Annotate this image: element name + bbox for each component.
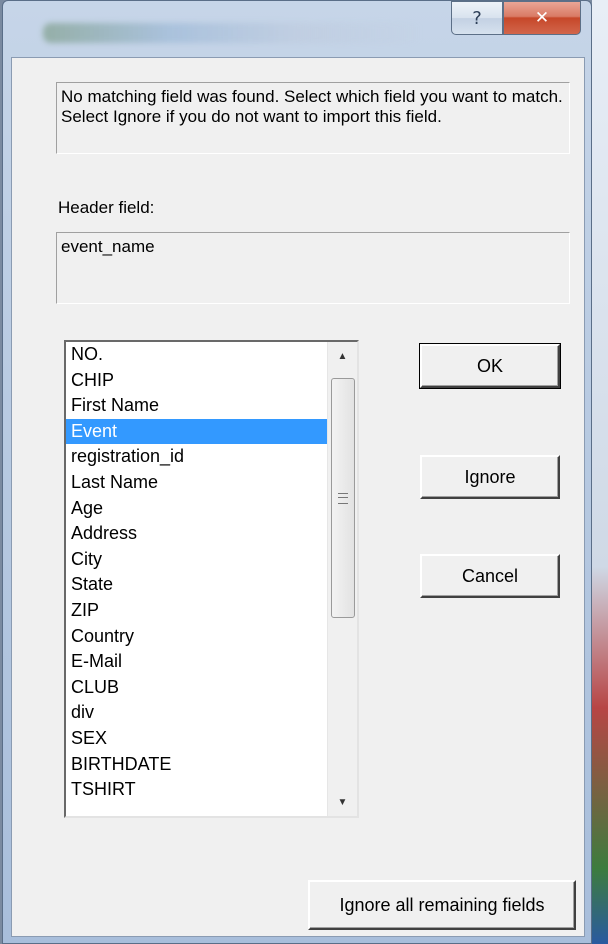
list-item[interactable]: CLUB: [66, 675, 327, 701]
list-item[interactable]: City: [66, 547, 327, 573]
ignore-button[interactable]: Ignore: [420, 455, 560, 499]
fields-list-items: NO. CHIP First Name Event registration_id Las…: [66, 342, 327, 803]
ok-button[interactable]: OK: [419, 343, 561, 389]
list-item[interactable]: E-Mail: [66, 649, 327, 675]
list-item[interactable]: registration_id: [66, 444, 327, 470]
message-text: No matching field was found. Select whic…: [56, 82, 570, 154]
title-bar-glass: [43, 23, 423, 43]
cancel-button[interactable]: Cancel: [420, 554, 560, 598]
list-item[interactable]: NO.: [66, 342, 327, 368]
list-item[interactable]: SEX: [66, 726, 327, 752]
list-item[interactable]: Country: [66, 624, 327, 650]
scroll-down-arrow-icon[interactable]: ▼: [328, 788, 357, 816]
list-item[interactable]: First Name: [66, 393, 327, 419]
list-item[interactable]: div: [66, 700, 327, 726]
list-item[interactable]: CHIP: [66, 368, 327, 394]
scroll-thumb[interactable]: [331, 378, 355, 618]
dialog-client-area: No matching field was found. Select whic…: [11, 57, 585, 937]
dialog-window: ? ✕ No matching field was found. Select …: [2, 0, 592, 944]
close-button[interactable]: ✕: [503, 1, 581, 35]
list-scrollbar[interactable]: ▲ ▼: [327, 342, 357, 816]
fields-listbox[interactable]: NO. CHIP First Name Event registration_id Las…: [64, 340, 359, 818]
grip-icon: [338, 492, 348, 504]
scroll-up-arrow-icon[interactable]: ▲: [328, 342, 357, 370]
list-item[interactable]: State: [66, 572, 327, 598]
list-item[interactable]: Address: [66, 521, 327, 547]
help-button[interactable]: ?: [451, 1, 503, 35]
title-bar[interactable]: ? ✕: [3, 1, 591, 57]
list-item[interactable]: ZIP: [66, 598, 327, 624]
list-item[interactable]: Last Name: [66, 470, 327, 496]
ignore-all-remaining-button[interactable]: Ignore all remaining fields: [308, 880, 576, 930]
desktop-background: [592, 0, 608, 944]
list-item[interactable]: Age: [66, 496, 327, 522]
header-field-value: event_name: [56, 232, 570, 304]
list-item[interactable]: TSHIRT: [66, 777, 327, 803]
close-icon: ✕: [534, 8, 550, 28]
list-item[interactable]: Event: [66, 418, 327, 445]
list-item[interactable]: BIRTHDATE: [66, 752, 327, 778]
header-field-label: Header field:: [58, 198, 155, 217]
help-icon: ?: [472, 7, 482, 29]
